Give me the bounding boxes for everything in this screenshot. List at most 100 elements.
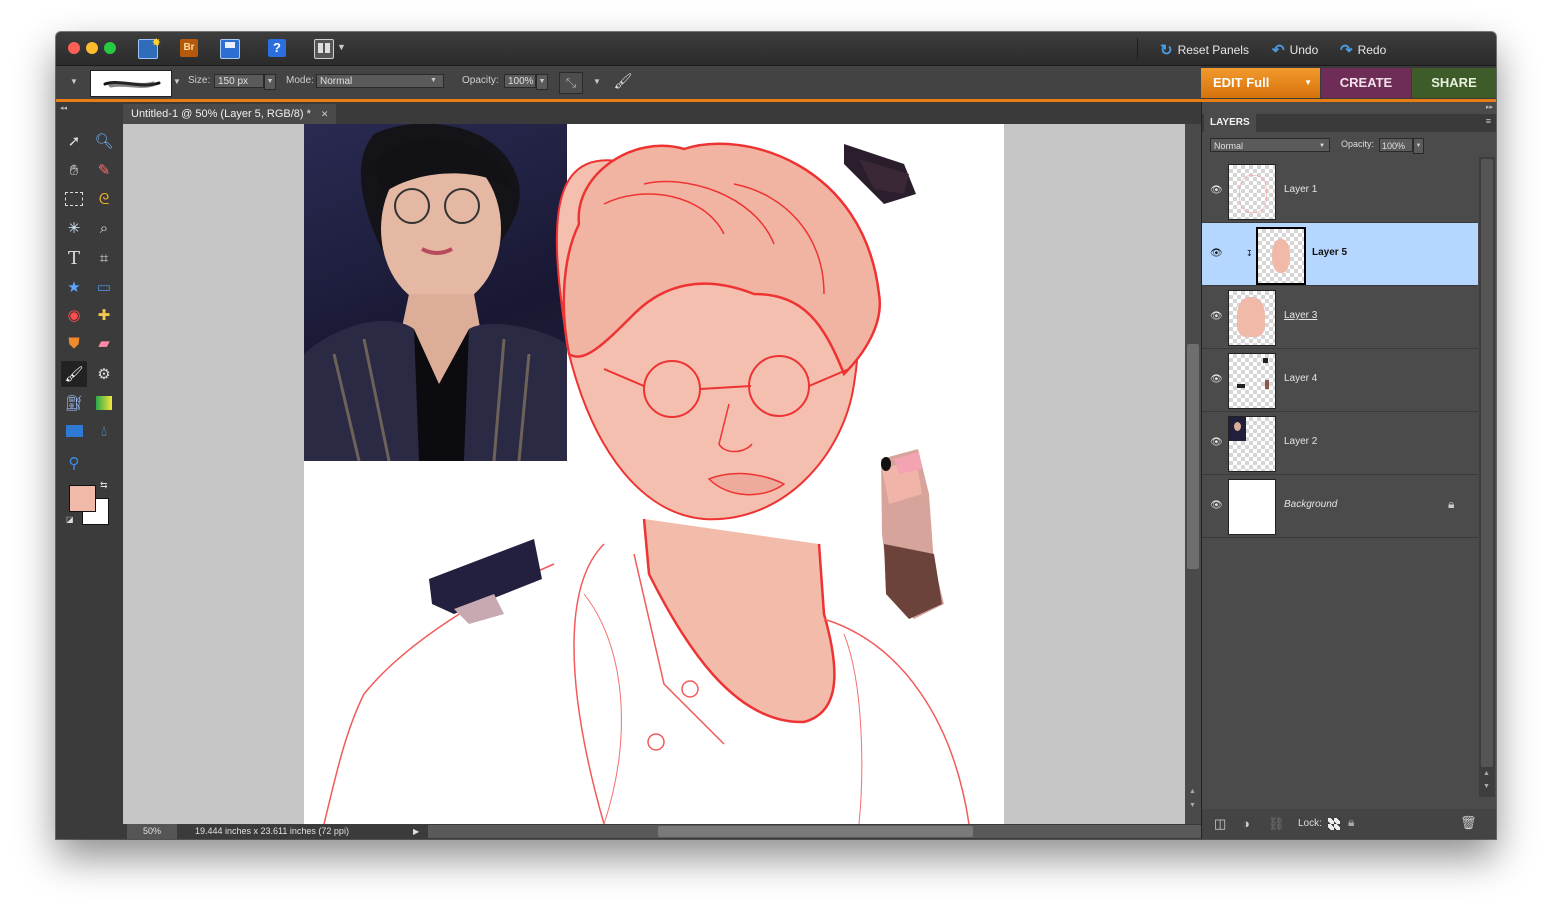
clone-stamp-tool-icon[interactable]: ⛊ [61, 330, 87, 356]
tool-preset-dropdown[interactable]: ▼ [70, 77, 78, 86]
zoom-level[interactable]: 50% [127, 824, 177, 839]
eraser-tool-icon[interactable]: ▰ [91, 330, 117, 356]
adjustment-layer-icon[interactable]: ◑ [1242, 816, 1250, 831]
collapse-panel-icon[interactable]: ▸▸ [1486, 103, 1493, 111]
bridge-icon[interactable]: Br [180, 39, 198, 57]
artboard[interactable] [304, 124, 1004, 824]
brush-preview[interactable] [90, 70, 172, 97]
visibility-eye-icon[interactable]: 👁︎ [1210, 374, 1223, 385]
collapse-toolbox-icon[interactable]: ◂◂ [60, 104, 67, 112]
tab-edit-full[interactable]: EDIT Full ▼ [1201, 68, 1320, 98]
tablet-options-icon[interactable]: 🖌 [612, 72, 634, 92]
layer-name: Background [1284, 499, 1338, 510]
visibility-eye-icon[interactable]: 👁︎ [1210, 185, 1223, 196]
paint-bucket-tool-icon[interactable]: ⛽︎ [61, 390, 87, 416]
visibility-eye-icon[interactable]: 👁︎ [1210, 500, 1223, 511]
visibility-eye-icon[interactable]: 👁︎ [1210, 437, 1223, 448]
default-colors-icon[interactable]: ◪ [66, 515, 74, 524]
crop-tool-icon[interactable]: ⌗ [91, 245, 117, 271]
layer-row-background[interactable]: 👁︎ Background 🔒︎ [1202, 475, 1478, 538]
tab-create[interactable]: CREATE [1321, 68, 1411, 98]
layer-row-layer-3[interactable]: 👁︎ Layer 3 [1202, 286, 1478, 349]
scroll-down-icon[interactable]: ▼ [1483, 783, 1490, 790]
chevron-down-icon[interactable]: ▼ [593, 77, 601, 86]
blur-tool-icon[interactable]: 💧︎ [91, 418, 117, 444]
scroll-down-icon[interactable]: ▼ [1189, 802, 1196, 809]
new-file-icon[interactable]: ✸ [138, 37, 161, 59]
canvas-vertical-scrollbar[interactable]: ▲ ▼ [1185, 124, 1201, 824]
workspace-layout-icon[interactable] [314, 39, 334, 59]
undo-label: Undo [1289, 43, 1319, 57]
new-layer-icon[interactable]: ◫ [1214, 816, 1226, 832]
reset-panels-button[interactable]: ↻ Reset Panels [1160, 41, 1249, 59]
brush-picker-dropdown[interactable]: ▼ [173, 77, 181, 86]
move-tool-icon[interactable]: ➚ [61, 128, 87, 154]
panel-menu-icon[interactable]: ≡ [1486, 116, 1491, 126]
swap-colors-icon[interactable]: ⇆ [100, 480, 108, 491]
sponge-tool-icon[interactable]: ⚲ [61, 450, 87, 476]
mode-select[interactable]: Normal [316, 74, 444, 88]
size-input[interactable]: 150 px [214, 74, 264, 88]
type-tool-icon[interactable]: T [61, 245, 87, 271]
status-bar: 50% 19.444 inches x 23.611 inches (72 pp… [123, 824, 1208, 839]
visibility-eye-icon[interactable]: 👁︎ [1210, 248, 1223, 259]
layer-opacity-slider-toggle[interactable]: ▼ [1413, 138, 1424, 154]
shape-tool-icon[interactable] [61, 418, 87, 444]
help-icon[interactable]: ? [268, 39, 286, 57]
layers-scrollbar[interactable]: ▲ ▼ [1479, 157, 1495, 797]
scroll-thumb[interactable] [1187, 344, 1199, 569]
chevron-down-icon: ▼ [1304, 78, 1312, 87]
layer-row-layer-2[interactable]: 👁︎ Layer 2 [1202, 412, 1478, 475]
brush-tool-icon[interactable]: 🖌︎ [61, 361, 87, 387]
layer-name: Layer 2 [1284, 436, 1318, 447]
trash-icon[interactable]: 🗑︎ [1460, 815, 1477, 831]
minimize-window-button[interactable] [86, 42, 98, 54]
layer-opacity-input[interactable]: 100% [1379, 138, 1413, 152]
quick-selection-tool-icon[interactable]: ⌕ [91, 215, 117, 241]
lasso-tool-icon[interactable]: ᘓ [91, 186, 117, 212]
tab-layers[interactable]: LAYERS [1204, 114, 1256, 132]
red-eye-tool-icon[interactable]: ◉ [61, 302, 87, 328]
lock-icon[interactable]: 🔒︎ [1348, 815, 1354, 830]
healing-brush-tool-icon[interactable]: ✚ [91, 302, 117, 328]
smart-brush-tool-icon[interactable]: ⚙ [91, 361, 117, 387]
save-icon[interactable] [220, 39, 240, 59]
marquee-tool-icon[interactable] [61, 186, 87, 212]
layer-row-layer-1[interactable]: 👁︎ Layer 1 [1202, 160, 1478, 223]
scroll-thumb[interactable] [1481, 159, 1493, 767]
tab-edit-full-label: EDIT Full [1213, 75, 1270, 90]
straighten-tool-icon[interactable]: ▭ [91, 274, 117, 300]
document-tab[interactable]: Untitled-1 @ 50% (Layer 5, RGB/8) * ✕ [123, 104, 337, 124]
chevron-down-icon[interactable]: ▼ [337, 42, 346, 52]
eyedropper-tool-icon[interactable]: ✎ [91, 157, 117, 183]
airbrush-icon[interactable]: ⤡ [559, 72, 583, 94]
hand-tool-icon[interactable]: ✋︎ [61, 157, 87, 183]
scroll-up-icon[interactable]: ▲ [1483, 770, 1490, 777]
link-layers-icon[interactable]: ⛓︎ [1268, 816, 1285, 832]
opacity-slider-toggle[interactable]: ▼ [536, 74, 548, 90]
cookie-cutter-tool-icon[interactable]: ★ [61, 274, 87, 300]
gradient-tool-icon[interactable] [91, 390, 117, 416]
scroll-thumb[interactable] [658, 826, 973, 837]
status-menu-icon[interactable]: ▶ [413, 824, 423, 839]
blend-mode-select[interactable]: Normal ▼ [1210, 138, 1330, 152]
close-window-button[interactable] [68, 42, 80, 54]
canvas-area[interactable] [123, 124, 1185, 824]
scroll-up-icon[interactable]: ▲ [1189, 788, 1196, 795]
blend-mode-value: Normal [1214, 141, 1244, 151]
foreground-color-swatch[interactable] [69, 485, 96, 512]
lock-transparency-icon[interactable] [1328, 818, 1340, 830]
zoom-window-button[interactable] [104, 42, 116, 54]
visibility-eye-icon[interactable]: 👁︎ [1210, 311, 1223, 322]
close-icon[interactable]: ✕ [321, 104, 329, 124]
layer-row-layer-5[interactable]: 👁︎ ↧ Layer 5 [1202, 223, 1478, 286]
magic-wand-tool-icon[interactable]: ✳ [61, 215, 87, 241]
undo-button[interactable]: ↶ Undo [1272, 41, 1318, 59]
redo-button[interactable]: ↷ Redo [1340, 41, 1386, 59]
size-slider-toggle[interactable]: ▼ [264, 74, 276, 90]
horizontal-scrollbar[interactable] [428, 825, 1208, 838]
tab-share[interactable]: SHARE [1412, 68, 1496, 98]
zoom-tool-icon[interactable]: 🔍︎ [91, 128, 117, 154]
opacity-input[interactable]: 100% [504, 74, 536, 88]
layer-row-layer-4[interactable]: 👁︎ Layer 4 [1202, 349, 1478, 412]
